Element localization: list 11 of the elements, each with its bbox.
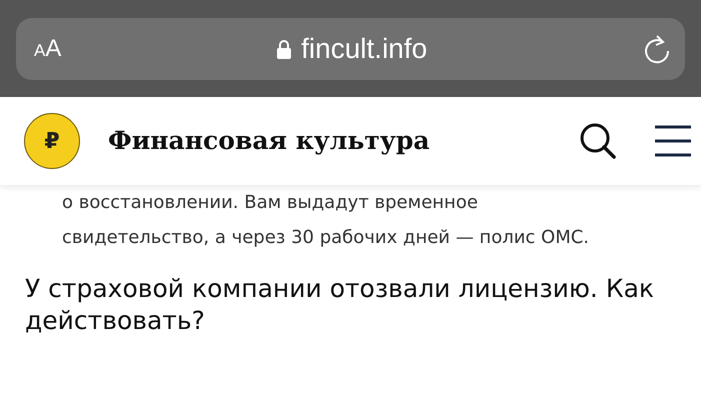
url-text: fincult.info	[301, 33, 428, 65]
ruble-coin-icon: ₽	[24, 113, 80, 169]
text-size-button[interactable]: AA	[34, 35, 62, 63]
address-bar[interactable]: AA fincult.info	[16, 18, 685, 80]
search-icon[interactable]	[579, 122, 617, 160]
reload-icon[interactable]	[643, 34, 671, 64]
menu-icon[interactable]	[655, 125, 691, 157]
article-heading: У страховой компании отозвали лицензию. Как действовать?	[25, 273, 655, 337]
lock-icon	[277, 39, 292, 59]
article-paragraph: о восстановлении. Вам выдадут временное свидетельство, а через 30 рабочих дней — полис ОМС.	[61, 191, 590, 250]
site-name[interactable]: Финансовая культура	[108, 127, 579, 155]
